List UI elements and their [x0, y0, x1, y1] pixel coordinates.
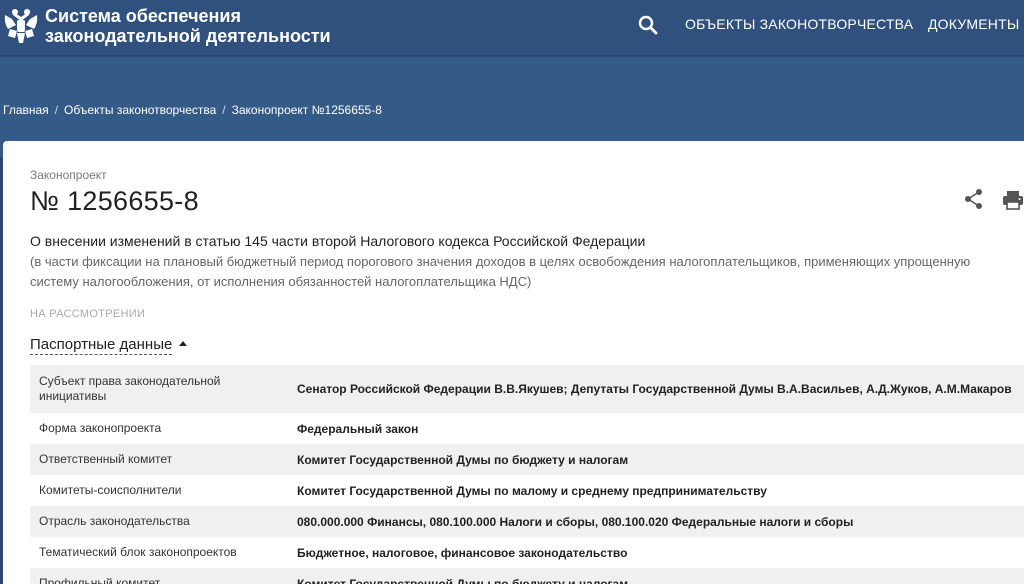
bill-subtitle: (в части фиксации на плановый бюджетный …: [30, 254, 971, 289]
table-row: Тематический блок законопроектов Бюджетн…: [30, 537, 1024, 568]
breadcrumb-current: Законопроект №1256655-8: [231, 103, 382, 117]
row-value: Федеральный закон: [297, 421, 419, 436]
breadcrumb: Главная / Объекты законотворчества / Законоп…: [3, 103, 382, 117]
share-icon[interactable]: [963, 188, 985, 210]
eagle-emblem-icon[interactable]: [2, 5, 40, 45]
table-row: Отрасль законодательства 080.000.000 Фин…: [30, 506, 1024, 537]
site-title-line2: законодательной деятельности: [45, 26, 331, 46]
bill-number: № 1256655-8: [30, 186, 199, 216]
nav-objects[interactable]: ОБЪЕКТЫ ЗАКОНОТВОРЧЕСТВА: [685, 16, 913, 32]
row-key: Профильный комитет: [39, 576, 161, 584]
row-value: Комитет Государственной Думы по бюджету …: [297, 452, 629, 467]
print-icon[interactable]: [1002, 189, 1024, 211]
bill-kind: Законопроект: [30, 168, 107, 182]
bill-title: О внесении изменений в статью 145 части …: [30, 233, 646, 249]
table-row: Субъект права законодательной инициативы…: [30, 365, 1024, 413]
row-key: Тематический блок законопроектов: [39, 545, 237, 559]
table-row: Профильный комитет Комитет Государственн…: [30, 568, 1024, 584]
row-value: Сенатор Российской Федерации В.В.Якушев;…: [297, 382, 1012, 396]
table-row: Ответственный комитет Комитет Государств…: [30, 444, 1024, 475]
search-icon[interactable]: [637, 14, 659, 36]
row-value: Бюджетное, налоговое, финансовое законод…: [297, 545, 628, 560]
row-value: Комитет Государственной Думы по бюджету …: [297, 576, 629, 584]
row-key: Форма законопроекта: [39, 421, 162, 435]
breadcrumb-separator: /: [222, 103, 226, 117]
table-row: Комитеты-соисполнители Комитет Государст…: [30, 475, 1024, 506]
passport-toggle-label: Паспортные данные: [30, 336, 173, 355]
caret-up-icon: [179, 341, 188, 346]
row-value: Комитет Государственной Думы по малому и…: [297, 483, 767, 498]
passport-table: Субъект права законодательной инициативы…: [30, 365, 1024, 584]
status-badge: НА РАССМОТРЕНИИ: [30, 308, 146, 320]
breadcrumb-separator: /: [54, 103, 59, 117]
breadcrumb-home[interactable]: Главная: [3, 103, 49, 117]
passport-toggle[interactable]: Паспортные данные: [30, 336, 188, 355]
breadcrumb-objects[interactable]: Объекты законотворчества: [64, 103, 216, 117]
nav-documents[interactable]: ДОКУМЕНТЫ: [928, 16, 1019, 32]
row-key: Субъект права законодательной инициативы: [39, 374, 221, 403]
top-header: Система обеспечения законодательной деят…: [0, 0, 1024, 56]
row-value: 080.000.000 Финансы, 080.100.000 Налоги …: [297, 514, 854, 529]
table-row: Форма законопроекта Федеральный закон: [30, 413, 1024, 444]
site-title[interactable]: Система обеспечения законодательной деят…: [45, 6, 345, 46]
row-key: Комитеты-соисполнители: [39, 483, 182, 497]
site-title-line1: Система обеспечения: [45, 6, 241, 26]
row-key: Отрасль законодательства: [39, 514, 190, 528]
row-key: Ответственный комитет: [39, 452, 173, 466]
